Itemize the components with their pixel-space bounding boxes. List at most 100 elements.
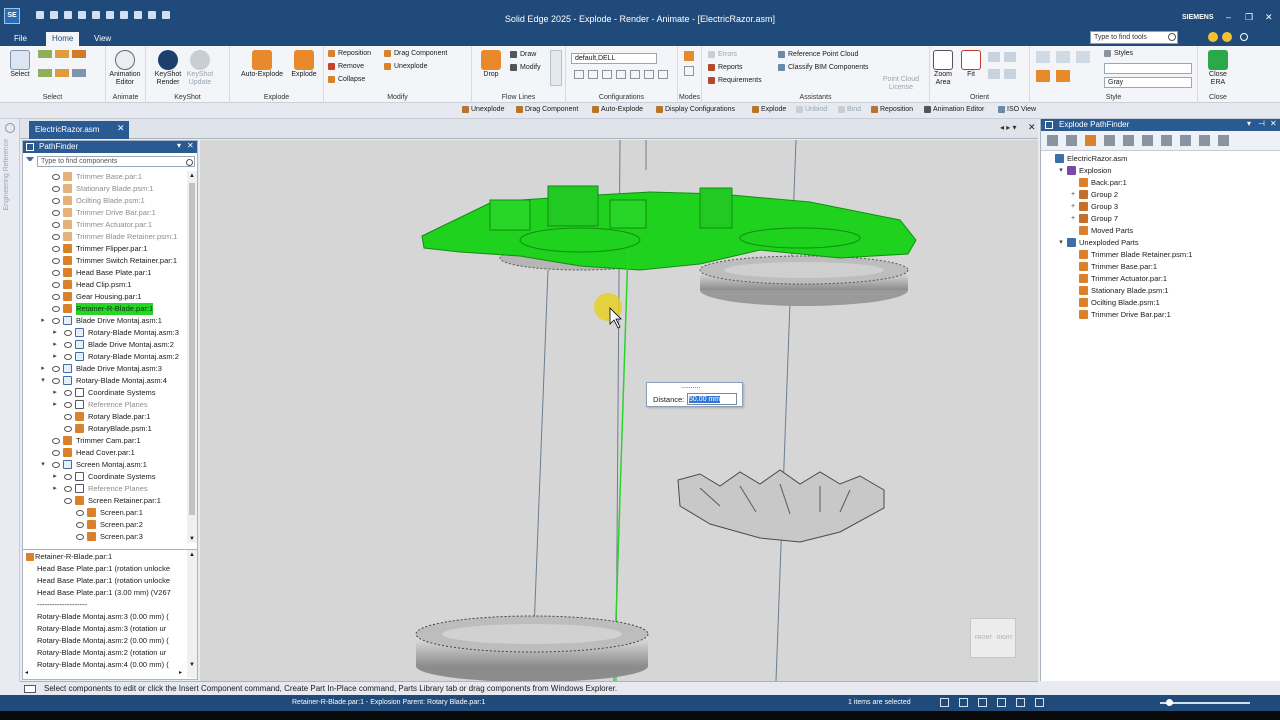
view-tool-icon[interactable] (940, 698, 949, 707)
tab-view[interactable]: View (88, 32, 117, 46)
drag-component-button[interactable]: Drag Component (384, 50, 447, 57)
relation-item[interactable]: Rotary-Blade Montaj.asm:3 (rotation ur (37, 623, 166, 635)
cmd-reposition[interactable]: Reposition (871, 106, 913, 113)
color-select[interactable]: Gray (1104, 77, 1192, 88)
retainer-r-blade-selected[interactable] (421, 185, 917, 271)
tree-item[interactable]: Head Clip.psm:1 (23, 279, 187, 291)
expand-icon[interactable]: ▸ (39, 363, 47, 375)
keyshot-update-button[interactable]: KeyShot Update (182, 50, 218, 87)
engineering-reference-tab[interactable]: Engineering Reference (3, 139, 10, 211)
visibility-eye-icon[interactable] (64, 402, 72, 408)
tree-item[interactable]: Trimmer Flipper.par:1 (23, 243, 187, 255)
view-tool-icon[interactable] (978, 698, 987, 707)
select-tool-icon[interactable] (55, 68, 69, 77)
tool-icon[interactable] (1066, 135, 1077, 146)
paste-icon[interactable] (134, 11, 142, 19)
view-orient-icon[interactable] (1004, 52, 1016, 62)
expand-icon[interactable]: ▸ (51, 483, 59, 495)
tree-item[interactable]: ▸ Reference Planes (23, 483, 187, 495)
render-style-icon[interactable] (1076, 51, 1090, 63)
collapse-button[interactable]: Collapse (328, 76, 365, 83)
explode-tree-item[interactable]: Stationary Blade.psm:1 (1041, 285, 1280, 297)
expand-icon[interactable]: + (1069, 201, 1077, 213)
visibility-eye-icon[interactable] (64, 390, 72, 396)
select-tool-icon[interactable] (72, 50, 86, 58)
panel-menu-icon[interactable]: ▾ (1247, 119, 1251, 128)
tree-item[interactable]: ▸ Rotary-Blade Montaj.asm:3 (23, 327, 187, 339)
explode-tree-item[interactable]: + Group 7 (1041, 213, 1280, 225)
relation-item[interactable]: Rotary-Blade Montaj.asm:2 (0.00 mm) ( (37, 635, 169, 647)
config-tool-icon[interactable] (588, 70, 598, 79)
explode-tree-item[interactable]: Back.par:1 (1041, 177, 1280, 189)
relation-item[interactable]: Rotary-Blade Montaj.asm:2 (rotation ur (37, 647, 166, 659)
expand-icon[interactable]: ▸ (51, 327, 59, 339)
relation-item[interactable]: -------------------- (37, 599, 87, 611)
explode-tree-item[interactable]: ▾ Unexploded Parts (1041, 237, 1280, 249)
save-icon[interactable] (64, 11, 72, 19)
blade-ring-lower[interactable] (415, 615, 649, 682)
copy-icon[interactable] (120, 11, 128, 19)
document-tab[interactable]: ElectricRazor.asm (29, 121, 129, 139)
animation-editor-button[interactable]: Animation Editor (106, 50, 144, 87)
visibility-eye-icon[interactable] (52, 318, 60, 324)
tree-item[interactable]: Stationary Blade.psm:1 (23, 183, 187, 195)
distance-input[interactable]: 50.00 mm (687, 393, 737, 405)
requirements-button[interactable]: Requirements (708, 77, 762, 84)
visibility-eye-icon[interactable] (64, 342, 72, 348)
tree-item[interactable]: Head Base Plate.par:1 (23, 267, 187, 279)
select-tool-icon[interactable] (72, 68, 86, 77)
new-file-icon[interactable] (36, 11, 44, 19)
keyshot-render-button[interactable]: KeyShot Render (150, 50, 186, 87)
cmd-auto-explode[interactable]: Auto-Explode (592, 106, 643, 113)
style-select-1[interactable] (1104, 63, 1192, 74)
select-tool-icon[interactable] (55, 50, 69, 58)
settings-icon[interactable] (92, 11, 100, 19)
tree-item[interactable]: RotaryBlade.psm:1 (23, 423, 187, 435)
view-orient-icon[interactable] (1004, 69, 1016, 79)
relation-item[interactable]: Rotary-Blade Montaj.asm:4 (0.00 mm) ( (37, 659, 169, 671)
expand-icon[interactable]: ▸ (51, 399, 59, 411)
graphics-viewport[interactable]: .......... Distance: 50.00 mm FRONT RIGH… (200, 139, 1038, 682)
draw-button[interactable]: Draw (510, 51, 536, 58)
flow-line[interactable] (533, 269, 549, 631)
view-cube[interactable]: FRONT RIGHT (970, 618, 1016, 658)
visibility-eye-icon[interactable] (64, 474, 72, 480)
tool-icon[interactable] (1142, 135, 1153, 146)
print-icon[interactable] (78, 11, 86, 19)
tree-item[interactable]: ▸ Coordinate Systems (23, 471, 187, 483)
view-tool-icon[interactable] (1016, 698, 1025, 707)
classify-bim-button[interactable]: Classify BIM Components (778, 64, 869, 71)
maximize-button[interactable]: ❐ (1245, 12, 1253, 23)
tree-item[interactable]: Trimmer Drive Bar.par:1 (23, 207, 187, 219)
relation-item[interactable]: Rotary-Blade Montaj.asm:3 (0.00 mm) ( (37, 611, 169, 623)
view-orient-icon[interactable] (988, 69, 1000, 79)
explode-tree-item[interactable]: Trimmer Drive Bar.par:1 (1041, 309, 1280, 321)
visibility-eye-icon[interactable] (52, 366, 60, 372)
config-tool-icon[interactable] (644, 70, 654, 79)
select-tool-icon[interactable] (38, 68, 52, 77)
expand-icon[interactable]: ▸ (51, 339, 59, 351)
cmd-explode[interactable]: Explode (752, 106, 786, 113)
config-tool-icon[interactable] (602, 70, 612, 79)
mode-explode-icon[interactable] (684, 51, 694, 61)
visibility-eye-icon[interactable] (64, 330, 72, 336)
cmd-unbind[interactable]: Unbind (796, 106, 827, 113)
render-style-icon[interactable] (1056, 51, 1070, 63)
visibility-eye-icon[interactable] (52, 210, 60, 216)
pathfinder-scroll-thumb[interactable] (189, 183, 195, 515)
tool-icon[interactable] (1218, 135, 1229, 146)
cmd-iso-view[interactable]: ISO View (998, 106, 1036, 113)
tool-icon[interactable] (1123, 135, 1134, 146)
relations-scrollbar[interactable] (187, 550, 197, 678)
tree-item[interactable]: Screen.par:2 (23, 519, 187, 531)
configuration-select[interactable]: default,DELL (571, 53, 657, 64)
tree-item[interactable]: Retainer-R-Blade.par:1 (23, 303, 187, 315)
tree-item[interactable]: Trimmer Switch Retainer.par:1 (23, 255, 187, 267)
scroll-up-icon[interactable]: ▲ (189, 552, 195, 558)
visibility-eye-icon[interactable] (52, 450, 60, 456)
reposition-button[interactable]: Reposition (328, 50, 371, 57)
filter-icon[interactable] (26, 157, 34, 165)
reference-point-cloud-button[interactable]: Reference Point Cloud (778, 51, 858, 58)
close-era-button[interactable]: Close ERA (1202, 50, 1234, 87)
tool-icon[interactable] (1180, 135, 1191, 146)
